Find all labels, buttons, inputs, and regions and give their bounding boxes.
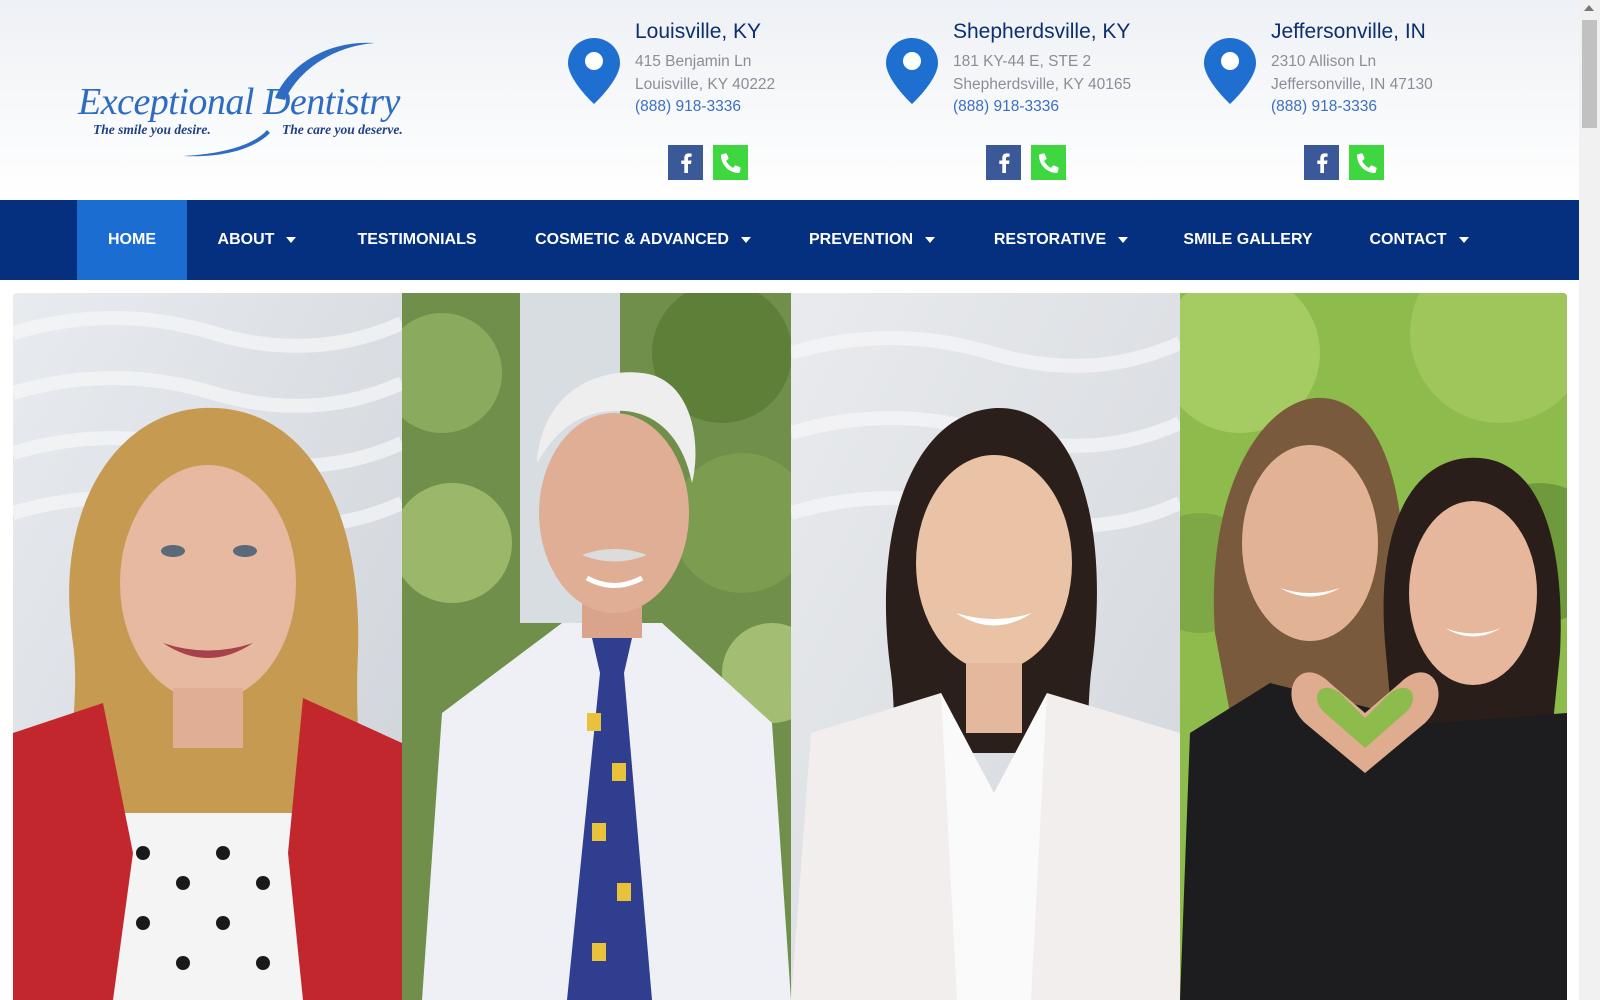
scroll-up-arrow-icon[interactable] xyxy=(1584,5,1594,11)
nav-item-cosmetic-advanced[interactable]: COSMETIC & ADVANCED xyxy=(507,200,779,280)
caret-down-icon xyxy=(925,237,935,243)
map-pin-icon xyxy=(1204,38,1256,104)
nav-item-label: CONTACT xyxy=(1369,231,1447,248)
facebook-button[interactable] xyxy=(986,145,1021,180)
photo-woman-red-jacket xyxy=(13,293,402,1000)
nav-item-about[interactable]: ABOUT xyxy=(187,200,327,280)
photo-woman-white-coat-image xyxy=(791,293,1180,1000)
nav-item-home[interactable]: HOME xyxy=(77,200,187,280)
phone-icon xyxy=(720,152,741,173)
facebook-button[interactable] xyxy=(668,145,703,180)
map-pin-icon xyxy=(568,38,620,104)
location-phone-link[interactable]: (888) 918-3336 xyxy=(635,98,741,116)
phone-icon xyxy=(1356,152,1377,173)
caret-down-icon xyxy=(1118,237,1129,243)
hero-photo-strip xyxy=(13,293,1567,1000)
nav-item-label: TESTIMONIALS xyxy=(357,231,477,248)
map-pin-icon xyxy=(886,38,938,104)
location-title: Louisville, KY xyxy=(635,20,762,43)
nav-item-smile-gallery[interactable]: SMILE GALLERY xyxy=(1157,200,1339,280)
facebook-button[interactable] xyxy=(1304,145,1339,180)
nav-item-label: RESTORATIVE xyxy=(993,231,1107,248)
location-street: 415 Benjamin Ln xyxy=(635,53,752,70)
site-header: Exceptional Dentistry The smile you desi… xyxy=(0,0,1579,200)
nav-item-contact[interactable]: CONTACT xyxy=(1339,200,1499,280)
photo-woman-white-coat xyxy=(791,293,1180,1000)
photo-man-white-hair-tie xyxy=(402,293,791,1000)
photo-woman-red-jacket-image xyxy=(13,293,402,1000)
location-louisville: Louisville, KY 415 Benjamin Ln Louisvill… xyxy=(568,18,868,188)
brand-logo[interactable]: Exceptional Dentistry The smile you desi… xyxy=(75,38,455,163)
location-street: 2310 Allison Ln xyxy=(1271,53,1377,70)
location-phone-link[interactable]: (888) 918-3336 xyxy=(953,98,1059,116)
phone-icon xyxy=(1038,152,1059,173)
facebook-icon xyxy=(1316,152,1328,173)
nav-item-label: HOME xyxy=(108,231,156,248)
location-city: Louisville, KY 40222 xyxy=(635,76,776,93)
nav-item-testimonials[interactable]: TESTIMONIALS xyxy=(327,200,507,280)
nav-item-label: PREVENTION xyxy=(808,231,913,248)
caret-down-icon xyxy=(1458,237,1469,243)
location-phone-link[interactable]: (888) 918-3336 xyxy=(1271,98,1377,116)
scrollbar-thumb[interactable] xyxy=(1582,20,1597,128)
photo-two-women-heart-hands xyxy=(1180,293,1567,1000)
location-city: Shepherdsville, KY 40165 xyxy=(953,76,1132,93)
nav-item-label: COSMETIC & ADVANCED xyxy=(535,231,729,248)
nav-item-restorative[interactable]: RESTORATIVE xyxy=(965,200,1157,280)
caret-down-icon xyxy=(740,237,751,243)
call-button[interactable] xyxy=(713,145,748,180)
location-title: Jeffersonville, IN xyxy=(1271,20,1426,43)
page-scrollbar[interactable] xyxy=(1579,0,1600,1000)
brand-tagline-right: The care you deserve. xyxy=(282,122,403,137)
brand-name: Exceptional Dentistry xyxy=(78,81,400,123)
nav-item-label: ABOUT xyxy=(217,231,275,248)
nav-item-label: SMILE GALLERY xyxy=(1183,231,1313,248)
facebook-icon xyxy=(998,152,1010,173)
call-button[interactable] xyxy=(1349,145,1384,180)
main-nav: HOME ABOUT TESTIMONIALS COSMETIC & ADVAN… xyxy=(0,200,1579,280)
photo-man-white-hair-tie-image xyxy=(402,293,791,1000)
location-street: 181 KY-44 E, STE 2 xyxy=(953,53,1092,70)
facebook-icon xyxy=(680,152,692,173)
brand-tagline-left: The smile you desire. xyxy=(93,122,211,137)
location-title: Shepherdsville, KY xyxy=(953,20,1131,43)
nav-item-prevention[interactable]: PREVENTION xyxy=(779,200,965,280)
photo-two-women-heart-hands-image xyxy=(1180,293,1567,1000)
location-jeffersonville: Jeffersonville, IN 2310 Allison Ln Jeffe… xyxy=(1204,18,1504,188)
caret-down-icon xyxy=(286,237,297,243)
call-button[interactable] xyxy=(1031,145,1066,180)
location-shepherdsville: Shepherdsville, KY 181 KY-44 E, STE 2 Sh… xyxy=(886,18,1186,188)
location-city: Jeffersonville, IN 47130 xyxy=(1271,76,1433,93)
